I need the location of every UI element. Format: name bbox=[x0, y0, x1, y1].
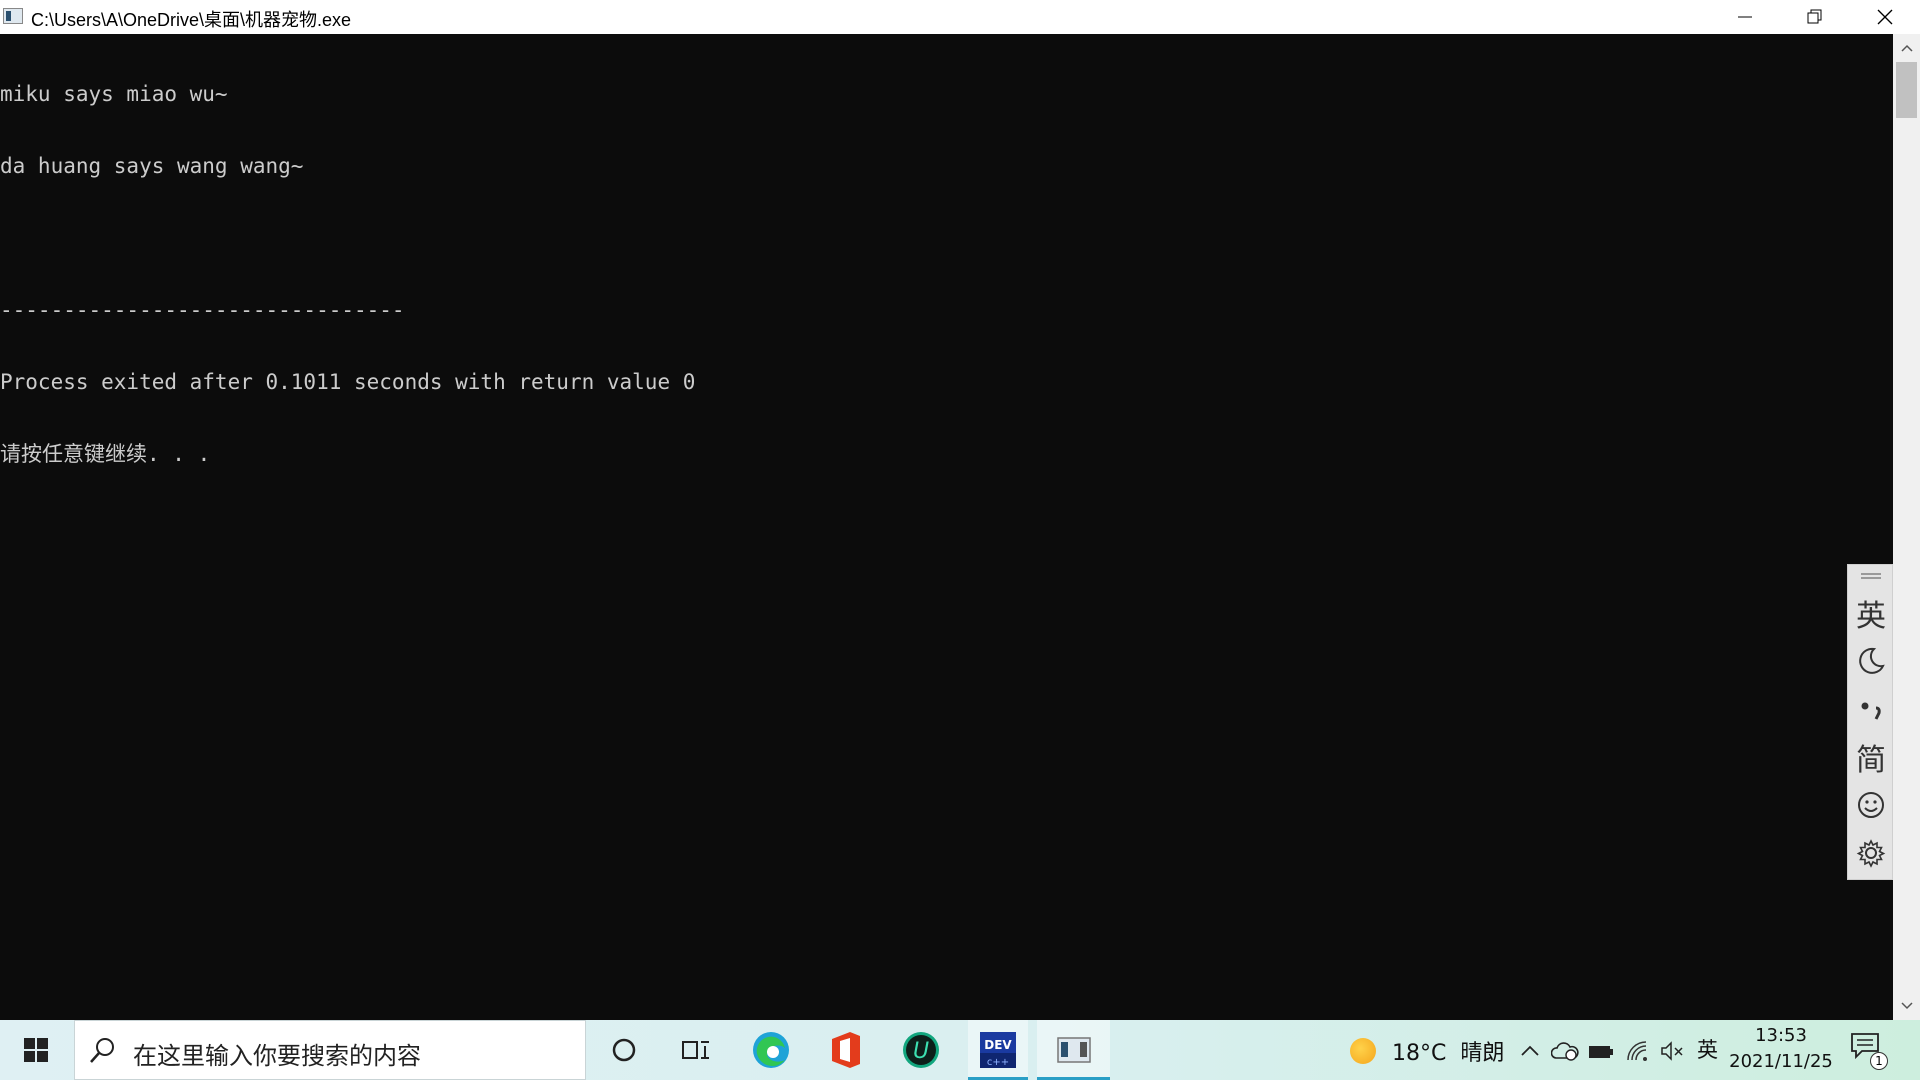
taskbar: 在这里输入你要搜索的内容 U DEV c++ 18°C 晴朗 英 13:53 2… bbox=[0, 1020, 1920, 1080]
weather-condition: 晴朗 bbox=[1460, 1041, 1505, 1066]
ime-toolbar[interactable]: 英 简 bbox=[1847, 564, 1893, 880]
minimize-button[interactable] bbox=[1710, 0, 1780, 34]
weather-widget[interactable]: 18°C 晴朗 bbox=[1392, 1035, 1504, 1067]
console-line: -------------------------------- bbox=[0, 298, 405, 322]
task-view-button[interactable] bbox=[665, 1020, 727, 1080]
console-line: Process exited after 0.1011 seconds with… bbox=[0, 370, 696, 394]
punctuation-icon[interactable] bbox=[1848, 687, 1894, 731]
emoji-icon[interactable] bbox=[1848, 783, 1894, 827]
punctuation-icon bbox=[1861, 702, 1881, 720]
office-icon bbox=[832, 1032, 860, 1068]
window-title: C:\Users\A\OneDrive\桌面\机器宠物.exe bbox=[31, 10, 352, 30]
wifi-icon bbox=[1627, 1041, 1647, 1061]
scroll-down-button[interactable] bbox=[1893, 994, 1920, 1018]
emoji-icon bbox=[1858, 792, 1884, 818]
chevron-up-icon bbox=[1900, 44, 1913, 52]
chevron-up-icon bbox=[1521, 1045, 1539, 1056]
close-icon bbox=[1877, 9, 1893, 25]
dev-cpp-icon: DEV c++ bbox=[980, 1032, 1016, 1068]
restore-button[interactable] bbox=[1780, 0, 1850, 34]
scroll-thumb[interactable] bbox=[1896, 62, 1917, 118]
console-line: 请按任意键继续. . . bbox=[0, 442, 211, 466]
volume-muted-icon bbox=[1661, 1041, 1683, 1061]
gear-icon[interactable] bbox=[1848, 831, 1894, 875]
lang-english-icon[interactable]: 英 bbox=[1848, 591, 1894, 635]
console-app-icon bbox=[1056, 1037, 1091, 1063]
windows-logo-icon bbox=[24, 1038, 48, 1062]
minimize-icon bbox=[1738, 16, 1752, 18]
task-view-icon bbox=[682, 1041, 709, 1059]
network-tray[interactable] bbox=[1625, 1038, 1649, 1064]
simplified-icon[interactable]: 简 bbox=[1848, 735, 1894, 779]
dev-cpp-label: DEV bbox=[984, 1038, 1012, 1052]
weather-temp: 18°C bbox=[1392, 1041, 1447, 1066]
taskbar-app-office[interactable] bbox=[815, 1020, 877, 1080]
notification-badge: 1 bbox=[1870, 1052, 1888, 1070]
console-line: da huang says wang wang~ bbox=[0, 154, 304, 178]
svg-text:U: U bbox=[913, 1039, 929, 1064]
chevron-down-icon bbox=[1900, 1002, 1913, 1010]
moon-icon[interactable] bbox=[1848, 639, 1894, 683]
search-placeholder: 在这里输入你要搜索的内容 bbox=[133, 1042, 421, 1070]
start-button[interactable] bbox=[0, 1020, 72, 1080]
console-line: miku says miao wu~ bbox=[0, 82, 228, 106]
gear-icon bbox=[1856, 839, 1886, 868]
console-area[interactable]: miku says miao wu~ da huang says wang wa… bbox=[0, 34, 1893, 1020]
u-app-icon: U bbox=[903, 1032, 939, 1068]
moon-icon bbox=[1859, 647, 1885, 674]
taskbar-app-edge[interactable] bbox=[740, 1020, 802, 1080]
restore-icon bbox=[1807, 9, 1822, 24]
console-output: miku says miao wu~ da huang says wang wa… bbox=[0, 34, 695, 514]
vertical-scrollbar[interactable] bbox=[1893, 34, 1920, 1020]
battery-icon bbox=[1589, 1046, 1613, 1058]
battery-tray[interactable] bbox=[1588, 1038, 1614, 1064]
drag-handle[interactable] bbox=[1861, 573, 1881, 579]
taskbar-search-box[interactable]: 在这里输入你要搜索的内容 bbox=[74, 1020, 586, 1080]
taskbar-app-u[interactable]: U bbox=[890, 1020, 952, 1080]
search-icon bbox=[90, 1038, 114, 1063]
close-button[interactable] bbox=[1850, 0, 1920, 34]
input-method-indicator[interactable]: 英 bbox=[1697, 1034, 1718, 1064]
show-hidden-icons-button[interactable] bbox=[1518, 1038, 1542, 1064]
clock-date[interactable]: 2021/11/25 bbox=[1728, 1051, 1834, 1072]
cortana-icon bbox=[612, 1038, 636, 1062]
clock-time[interactable]: 13:53 bbox=[1728, 1025, 1834, 1046]
volume-tray[interactable] bbox=[1660, 1038, 1684, 1064]
console-app-icon[interactable] bbox=[3, 8, 23, 24]
sun-icon[interactable] bbox=[1350, 1038, 1376, 1064]
title-bar[interactable]: C:\Users\A\OneDrive\桌面\机器宠物.exe bbox=[0, 0, 1920, 34]
onedrive-tray[interactable] bbox=[1551, 1038, 1579, 1064]
onedrive-sync-icon bbox=[1551, 1042, 1579, 1061]
scroll-up-button[interactable] bbox=[1893, 36, 1920, 60]
taskbar-app-devcpp[interactable]: DEV c++ bbox=[968, 1020, 1028, 1080]
taskbar-app-console[interactable] bbox=[1037, 1020, 1110, 1080]
cortana-button[interactable] bbox=[593, 1020, 655, 1080]
svg-text:c++: c++ bbox=[987, 1057, 1009, 1068]
edge-icon bbox=[753, 1032, 789, 1068]
